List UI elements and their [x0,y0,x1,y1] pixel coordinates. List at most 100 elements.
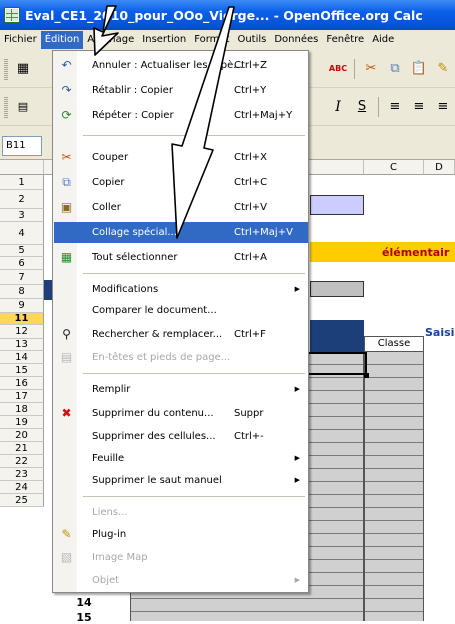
styles-icon[interactable]: ▤ [13,97,33,117]
menu-item-cut[interactable]: ✂ Couper Ctrl+X [54,147,308,168]
lavender-box[interactable] [310,195,364,215]
row-header-20[interactable]: 20 [0,429,44,442]
menu-format[interactable]: Format [190,31,233,49]
submenu-arrow-icon: ▶ [294,454,300,462]
row-header-3[interactable]: 3 [0,209,44,222]
cell-value-15: 15 [76,611,92,624]
menu-item-links[interactable]: Liens... [54,502,308,523]
menu-item-paste-special[interactable]: Collage spécial... Ctrl+Maj+V [54,222,308,243]
row-header-12[interactable]: 12 [0,325,44,339]
submenu-arrow-icon: ▶ [294,476,300,484]
align-center-icon[interactable]: ≡ [409,97,429,117]
submenu-arrow-icon: ▶ [294,285,300,293]
menu-edition[interactable]: Édition [40,31,84,49]
submenu-arrow-icon: ▶ [294,576,300,584]
repeat-icon: ⟳ [61,108,72,122]
menu-bar: Fichier Édition Affichage Insertion Form… [0,30,455,50]
row-header-17[interactable]: 17 [0,390,44,403]
select-all-icon: ▦ [60,250,73,264]
row-header-21[interactable]: 21 [0,442,44,455]
scissors-icon: ✂ [61,150,72,164]
menu-item-delete-break[interactable]: Supprimer le saut manuel ▶ [54,470,308,491]
corner-header[interactable] [0,160,44,175]
menu-separator [83,496,305,497]
menu-fichier[interactable]: Fichier [0,31,41,49]
cut-icon[interactable]: ✂ [361,59,381,79]
menu-separator [83,135,305,136]
undo-icon: ↶ [61,58,72,72]
menu-item-redo[interactable]: ↷ Rétablir : Copier Ctrl+Y [54,80,308,101]
menu-insertion[interactable]: Insertion [138,31,190,49]
menu-fenetre[interactable]: Fenêtre [322,31,368,49]
row-header-1[interactable]: 1 [0,175,44,190]
row-header-23[interactable]: 23 [0,468,44,481]
row-header-18[interactable]: 18 [0,403,44,416]
align-right-icon[interactable]: ≡ [433,97,453,117]
row-header-25[interactable]: 25 [0,494,44,507]
clone-format-icon[interactable]: ✎ [433,59,453,79]
menu-affichage[interactable]: Affichage [83,31,138,49]
column-header-d[interactable]: D [424,160,455,175]
menu-separator [83,273,305,274]
column-header-c[interactable]: C [364,160,424,175]
header-text-saisi: Saisi [425,326,455,339]
menu-aide[interactable]: Aide [368,31,398,49]
clipboard-icon: ▣ [60,200,73,214]
cell-value-14: 14 [76,596,92,609]
row-header-5[interactable]: 5 [0,245,44,257]
align-left-icon[interactable]: ≡ [385,97,405,117]
gray-box-row6[interactable] [310,281,364,297]
row-header-2[interactable]: 2 [0,190,44,209]
menu-item-headers-footers[interactable]: ▤ En-têtes et pieds de page... [54,347,308,368]
row-header-16[interactable]: 16 [0,377,44,390]
row-header-7[interactable]: 7 [0,270,44,285]
menu-item-repeat[interactable]: ⟳ Répéter : Copier Ctrl+Maj+Y [54,105,308,126]
row-header-9[interactable]: 9 [0,299,44,313]
classe-header[interactable]: Classe [364,336,424,352]
title-bar: Eval_CE1_2010_pour_OOo_Vierge... - OpenO… [0,0,455,30]
toolbar-grip[interactable] [4,57,8,80]
menu-item-delete-cells[interactable]: Supprimer des cellules... Ctrl+- [54,426,308,447]
row-header-6[interactable]: 6 [0,257,44,270]
menu-item-select-all[interactable]: ▦ Tout sélectionner Ctrl+A [54,247,308,268]
blue-header-cell [310,320,364,352]
redo-icon: ↷ [61,83,72,97]
new-document-icon[interactable]: ▦ [13,59,33,79]
menu-item-delete-contents[interactable]: ✖ Supprimer du contenu... Suppr [54,403,308,424]
menu-item-find-replace[interactable]: ⚲ Rechercher & remplacer... Ctrl+F [54,324,308,345]
underline-icon[interactable]: S [352,97,372,117]
row-header-14[interactable]: 14 [0,351,44,364]
menu-item-fill[interactable]: Remplir ▶ [54,379,308,400]
row-header-13[interactable]: 13 [0,339,44,351]
delete-x-icon: ✖ [61,406,72,420]
menu-outils[interactable]: Outils [233,31,270,49]
menu-item-changes[interactable]: Modifications ▶ [54,279,308,300]
italic-icon[interactable]: I [328,97,348,117]
row-header-22[interactable]: 22 [0,455,44,468]
data-column-c[interactable] [364,352,424,621]
menu-item-sheet[interactable]: Feuille ▶ [54,448,308,469]
toolbar-grip[interactable] [4,95,8,118]
menu-item-object[interactable]: Objet ▶ [54,570,308,591]
menu-item-paste[interactable]: ▣ Coller Ctrl+V [54,197,308,218]
menu-item-undo[interactable]: ↶ Annuler : Actualiser les repè... Ctrl+… [54,55,308,76]
binoculars-icon: ⚲ [62,327,71,341]
row-header-24[interactable]: 24 [0,481,44,494]
spellcheck-icon[interactable]: ABC [328,59,348,79]
fill-handle[interactable] [364,373,369,378]
name-box[interactable]: B11 [2,136,42,156]
copy-icon[interactable]: ⧉ [385,59,405,79]
row-header-19[interactable]: 19 [0,416,44,429]
menu-item-plugin[interactable]: ✎ Plug-in [54,524,308,545]
paste-icon[interactable]: 📋 [409,59,429,79]
row-header-15[interactable]: 15 [0,364,44,377]
image-map-icon: ▧ [60,550,73,564]
menu-item-image-map[interactable]: ▧ Image Map [54,547,308,568]
row-header-8[interactable]: 8 [0,285,44,299]
row-header-11[interactable]: 11 [0,313,44,325]
menu-item-copy[interactable]: ⧉ Copier Ctrl+C [54,172,308,193]
menu-donnees[interactable]: Données [270,31,322,49]
menu-item-compare[interactable]: Comparer le document... [54,300,308,321]
row-header-4[interactable]: 4 [0,222,44,245]
menu-separator [83,373,305,374]
